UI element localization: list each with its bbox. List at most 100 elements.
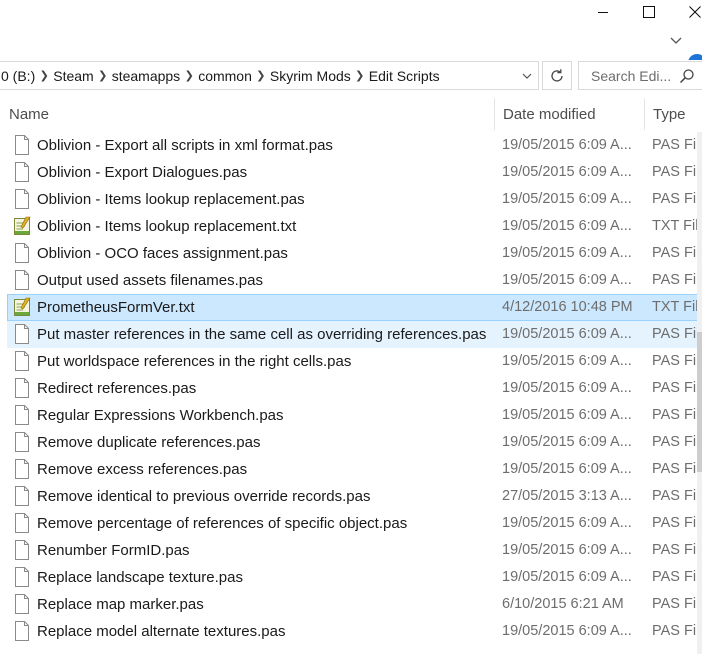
file-row[interactable]: Renumber FormID.pas 19/05/2015 6:09 A...… (0, 537, 702, 564)
file-row[interactable]: Put master references in the same cell a… (0, 321, 702, 348)
breadcrumb-skyrim-mods[interactable]: Skyrim Mods (268, 68, 353, 84)
file-row[interactable]: Oblivion - Export all scripts in xml for… (0, 132, 702, 159)
breadcrumb-separator-icon[interactable]: ❯ (182, 69, 196, 82)
close-button[interactable] (672, 0, 702, 24)
file-name: Redirect references.pas (37, 380, 197, 397)
file-name: Put worldspace references in the right c… (37, 353, 352, 370)
file-name: Oblivion - Export all scripts in xml for… (37, 137, 333, 154)
minimize-button[interactable] (580, 0, 626, 24)
file-name: Remove percentage of references of speci… (37, 515, 408, 532)
file-name: Replace map marker.pas (37, 596, 204, 613)
ribbon-bar (0, 24, 702, 72)
search-input[interactable] (591, 67, 677, 84)
file-date-modified: 19/05/2015 6:09 A... (502, 461, 632, 477)
file-row[interactable]: Replace map marker.pas 6/10/2015 6:21 AM… (0, 591, 702, 618)
file-date-modified: 19/05/2015 6:09 A... (502, 623, 632, 639)
file-type: PAS Fil (652, 326, 700, 342)
file-date-modified: 19/05/2015 6:09 A... (502, 272, 632, 288)
file-date-modified: 19/05/2015 6:09 A... (502, 434, 632, 450)
pas-file-icon (13, 135, 31, 155)
breadcrumb-separator-icon[interactable]: ❯ (96, 69, 110, 82)
file-name: Regular Expressions Workbench.pas (37, 407, 284, 424)
file-date-modified: 19/05/2015 6:09 A... (502, 407, 632, 423)
breadcrumb-separator-icon[interactable]: ❯ (353, 69, 367, 82)
refresh-icon (551, 68, 563, 82)
breadcrumb-steam[interactable]: Steam (51, 68, 95, 84)
breadcrumb-separator-icon[interactable]: ❯ (37, 69, 51, 82)
file-date-modified: 19/05/2015 6:09 A... (502, 245, 632, 261)
file-type: PAS Fil (652, 515, 700, 531)
file-name: Replace landscape texture.pas (37, 569, 243, 586)
file-name: Remove excess references.pas (37, 461, 248, 478)
column-header-date-modified[interactable]: Date modified (494, 98, 644, 130)
maximize-button[interactable] (626, 0, 672, 24)
file-row[interactable]: Oblivion - Items lookup replacement.txt … (0, 213, 702, 240)
file-row[interactable]: Remove excess references.pas 19/05/2015 … (0, 456, 702, 483)
file-row[interactable]: Put worldspace references in the right c… (0, 348, 702, 375)
maximize-icon (643, 6, 655, 18)
pas-file-icon (13, 540, 31, 560)
refresh-button[interactable] (542, 61, 572, 90)
search-icon[interactable] (679, 68, 695, 84)
file-date-modified: 19/05/2015 6:09 A... (502, 515, 632, 531)
pas-file-icon (13, 459, 31, 479)
file-date-modified: 19/05/2015 6:09 A... (502, 164, 632, 180)
expand-ribbon-chevron-icon[interactable] (668, 32, 684, 48)
file-row[interactable]: Remove percentage of references of speci… (0, 510, 702, 537)
file-name: Renumber FormID.pas (37, 542, 190, 559)
file-date-modified: 27/05/2015 3:13 A... (502, 488, 632, 504)
file-row[interactable]: Redirect references.pas 19/05/2015 6:09 … (0, 375, 702, 402)
column-header-name[interactable]: Name (0, 98, 494, 130)
file-type: PAS Fil (652, 407, 700, 423)
txt-file-icon (13, 297, 31, 317)
file-type: PAS Fil (652, 164, 700, 180)
file-type: PAS Fil (652, 596, 700, 612)
file-type: PAS Fil (652, 542, 700, 558)
file-row[interactable]: Regular Expressions Workbench.pas 19/05/… (0, 402, 702, 429)
breadcrumb-separator-icon[interactable]: ❯ (254, 69, 268, 82)
pas-file-icon (13, 513, 31, 533)
vertical-scrollbar[interactable] (697, 132, 702, 654)
file-type: PAS Fil (652, 488, 700, 504)
file-row[interactable]: PrometheusFormVer.txt 4/12/2016 10:48 PM… (0, 294, 702, 321)
file-date-modified: 4/12/2016 10:48 PM (502, 299, 633, 315)
file-name: Remove identical to previous override re… (37, 488, 371, 505)
column-header-type[interactable]: Type (644, 98, 702, 130)
file-date-modified: 19/05/2015 6:09 A... (502, 380, 632, 396)
file-type: PAS Fil (652, 245, 700, 261)
file-name: Oblivion - Items lookup replacement.pas (37, 191, 305, 208)
file-date-modified: 19/05/2015 6:09 A... (502, 218, 632, 234)
file-name: Oblivion - Export Dialogues.pas (37, 164, 248, 181)
file-date-modified: 19/05/2015 6:09 A... (502, 137, 632, 153)
file-row[interactable]: Replace landscape texture.pas 19/05/2015… (0, 564, 702, 591)
pas-file-icon (13, 621, 31, 641)
pas-file-icon (13, 270, 31, 290)
file-row[interactable]: Output used assets filenames.pas 19/05/2… (0, 267, 702, 294)
file-row[interactable]: Oblivion - OCO faces assignment.pas 19/0… (0, 240, 702, 267)
pas-file-icon (13, 189, 31, 209)
breadcrumb-common[interactable]: common (196, 68, 254, 84)
file-row[interactable]: Oblivion - Export Dialogues.pas 19/05/20… (0, 159, 702, 186)
breadcrumb-drive[interactable]: 0 (B:) (0, 68, 37, 84)
pas-file-icon (13, 243, 31, 263)
address-dropdown-chevron-icon[interactable] (520, 69, 534, 83)
search-box[interactable] (578, 61, 702, 90)
file-name: Remove duplicate references.pas (37, 434, 261, 451)
column-headers: Name Date modified Type (0, 98, 702, 130)
file-row[interactable]: Remove duplicate references.pas 19/05/20… (0, 429, 702, 456)
address-bar[interactable]: 0 (B:) ❯ Steam ❯ steamapps ❯ common ❯ Sk… (0, 61, 539, 90)
file-row[interactable]: Oblivion - Items lookup replacement.pas … (0, 186, 702, 213)
breadcrumb-edit-scripts[interactable]: Edit Scripts (367, 68, 442, 84)
file-name: Replace model alternate textures.pas (37, 623, 286, 640)
breadcrumb-steamapps[interactable]: steamapps (110, 68, 182, 84)
file-name: Oblivion - Items lookup replacement.txt (37, 218, 297, 235)
file-type: PAS Fil (652, 353, 700, 369)
file-date-modified: 19/05/2015 6:09 A... (502, 191, 632, 207)
file-row[interactable]: Remove identical to previous override re… (0, 483, 702, 510)
file-date-modified: 6/10/2015 6:21 AM (502, 596, 624, 612)
file-row[interactable]: Replace model alternate textures.pas 19/… (0, 618, 702, 645)
scrollbar-thumb[interactable] (697, 332, 702, 472)
file-date-modified: 19/05/2015 6:09 A... (502, 569, 632, 585)
file-name: Output used assets filenames.pas (37, 272, 263, 289)
pas-file-icon (13, 432, 31, 452)
